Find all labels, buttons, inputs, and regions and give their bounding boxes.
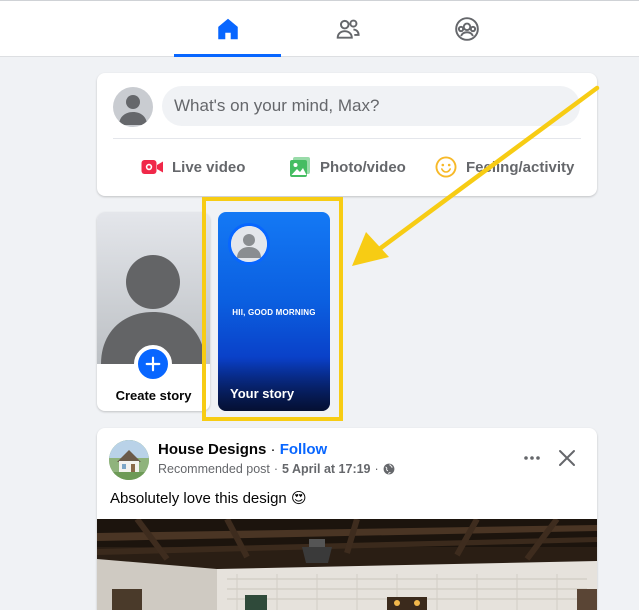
post-composer: What's on your mind, Max? Live video Pho… xyxy=(97,73,597,196)
interior-photo xyxy=(97,519,597,610)
meta-separator: · xyxy=(273,462,279,476)
your-story-label: Your story xyxy=(230,386,295,401)
add-story-button[interactable] xyxy=(134,345,172,383)
post-text: Absolutely love this design 😍 xyxy=(110,490,307,507)
feeling-activity-label: Feeling/activity xyxy=(466,158,575,176)
profile-placeholder-icon xyxy=(101,255,205,364)
live-video-button[interactable]: Live video xyxy=(140,151,245,183)
feed-post: House Designs · Follow Recommended post … xyxy=(97,428,597,610)
composer-placeholder: What's on your mind, Max? xyxy=(174,96,380,115)
smiley-icon xyxy=(435,156,457,178)
tab-groups[interactable] xyxy=(413,0,520,57)
hide-post-button[interactable] xyxy=(549,442,585,474)
top-navigation xyxy=(0,0,639,57)
story-text: HII, GOOD MORNING xyxy=(232,308,316,317)
profile-placeholder-icon xyxy=(231,226,267,262)
post-image[interactable] xyxy=(97,519,597,610)
video-camera-icon xyxy=(141,160,163,174)
divider xyxy=(113,138,581,139)
photo-video-label: Photo/video xyxy=(320,158,406,176)
composer-input[interactable]: What's on your mind, Max? xyxy=(162,86,580,126)
follow-button[interactable]: Follow xyxy=(280,441,328,458)
feeling-activity-button[interactable]: Feeling/activity xyxy=(434,151,574,183)
more-icon xyxy=(524,456,540,460)
friends-icon xyxy=(336,19,360,39)
page-name[interactable]: House Designs xyxy=(158,441,266,458)
live-video-label: Live video xyxy=(172,158,246,176)
post-timestamp[interactable]: 5 April at 17:19 xyxy=(282,462,370,476)
house-thumbnail-icon xyxy=(109,440,149,480)
tab-friends[interactable] xyxy=(294,0,401,57)
post-meta: Recommended post · 5 April at 17:19 · xyxy=(158,462,395,476)
groups-icon xyxy=(454,16,479,41)
your-story-card[interactable]: HII, GOOD MORNING Your story xyxy=(218,212,330,411)
home-icon xyxy=(217,18,238,39)
more-options-button[interactable] xyxy=(514,442,550,474)
plus-icon xyxy=(145,356,161,372)
profile-placeholder-icon xyxy=(119,95,147,125)
recommended-label: Recommended post xyxy=(158,462,270,476)
photo-icon xyxy=(290,157,310,177)
avatar[interactable] xyxy=(113,87,153,127)
create-story-label: Create story xyxy=(115,388,192,403)
post-header: House Designs · Follow xyxy=(158,441,327,458)
tab-home[interactable] xyxy=(174,0,281,57)
create-story-image xyxy=(97,212,210,364)
separator: · xyxy=(266,441,280,458)
meta-separator: · xyxy=(374,462,379,476)
create-story-card[interactable]: Create story xyxy=(97,212,210,411)
close-icon xyxy=(559,450,575,466)
globe-icon xyxy=(383,463,395,475)
story-avatar xyxy=(228,223,270,265)
page-avatar[interactable] xyxy=(109,440,149,480)
photo-video-button[interactable]: Photo/video xyxy=(288,151,406,183)
